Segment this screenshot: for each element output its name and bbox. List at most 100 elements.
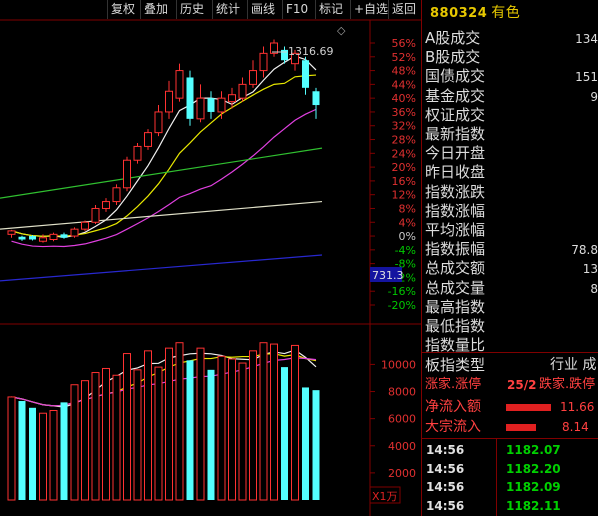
panel-row-value	[518, 106, 598, 126]
volume-bar	[228, 358, 236, 501]
updown-label: 涨家.涨停	[425, 377, 482, 392]
panel-row-value: 134	[575, 32, 598, 46]
candle-body	[196, 97, 205, 120]
candle-body	[238, 83, 247, 99]
candle-body	[259, 52, 268, 72]
moving-average-lines	[0, 55, 323, 282]
candle-body	[49, 233, 58, 241]
panel-row-label: 总成交额	[425, 259, 486, 278]
price-axis-label: -16%	[388, 285, 416, 298]
panel-row-value	[518, 125, 598, 145]
candle-body	[70, 228, 79, 237]
updown-value: 25/2	[507, 378, 537, 392]
candle-body	[102, 201, 110, 209]
volume-unit: X1万	[372, 490, 398, 503]
volume-bar	[312, 390, 320, 500]
panel-row-value	[518, 183, 598, 203]
volume-bar	[270, 343, 278, 501]
panel-row-value	[518, 221, 598, 241]
candle-body	[165, 90, 173, 113]
panel-row-label: B股成交	[425, 48, 481, 67]
volume-bar	[249, 350, 257, 501]
price-axis-label: 8%	[399, 202, 416, 215]
panel-row-label: 指数涨跌	[425, 182, 486, 201]
candle-body	[154, 111, 163, 134]
volume-bar	[207, 369, 215, 500]
panel-row-value	[518, 163, 598, 183]
volume-bar	[123, 353, 131, 501]
volume-axis-label: 4000	[388, 440, 416, 453]
panel-row-label: A股成交	[425, 29, 481, 47]
panel-row-value	[518, 298, 598, 318]
panel-row-label: 国债成交	[425, 67, 486, 86]
price-axis-label: 16%	[392, 175, 416, 188]
panel-row-label: 指数振幅	[425, 240, 486, 259]
cursor-value: 731.3	[372, 269, 404, 282]
net-inflow-value: 11.66	[560, 400, 595, 414]
volume-axis-label: 2000	[388, 467, 416, 480]
volume-bar	[102, 367, 110, 501]
volume-bar	[49, 410, 58, 501]
tick-time: 14:56	[426, 480, 465, 494]
candle-body	[228, 94, 236, 103]
candle-body	[302, 60, 309, 88]
price-axis-label: 32%	[392, 120, 416, 133]
block-trade-label: 大宗流入	[425, 419, 481, 435]
price-axis-label: 4%	[399, 216, 416, 229]
ma120-line	[0, 200, 323, 230]
volume-bar	[29, 407, 36, 500]
price-axis-label: 12%	[392, 189, 416, 202]
tick-time: 14:56	[426, 443, 465, 457]
block-trade-bar	[506, 424, 536, 431]
price-axis-label: 52%	[392, 51, 416, 64]
high-price-label: 1316.69	[288, 45, 334, 58]
panel-row-value: 9	[590, 89, 598, 104]
volume-bar	[7, 396, 16, 501]
panel-row-label: 指数涨幅	[425, 201, 486, 220]
volume-bar	[186, 360, 194, 500]
candle-body	[249, 70, 257, 85]
down-label: 跌家.跌停	[539, 377, 596, 392]
candle-body	[144, 132, 152, 147]
candle-body	[18, 236, 26, 240]
candle-body	[39, 237, 47, 242]
volume-bar	[175, 342, 184, 501]
volume-bar	[217, 355, 226, 501]
price-axis-label: 40%	[392, 92, 416, 105]
candle-body	[281, 49, 288, 61]
candle-body	[91, 207, 100, 223]
price-axis-label: 20%	[392, 161, 416, 174]
candle-body	[175, 70, 184, 99]
candle-body	[60, 234, 68, 238]
panel-row-value	[518, 336, 598, 356]
tick-time: 14:56	[426, 461, 465, 476]
price-axis-label: -20%	[388, 299, 416, 312]
tick-price: 1182.07	[506, 443, 561, 457]
volume-bar	[238, 362, 247, 501]
board-type-value: 行业 成	[550, 357, 597, 373]
price-axis-label: 44%	[392, 78, 416, 91]
volume-bar	[39, 412, 47, 501]
volume-bar	[60, 402, 68, 500]
volume-axis-label: 10000	[381, 358, 416, 371]
info-panel: 880324 有色 A股成交 134 B股成交 国债成交 151 基金成交 9 权证成交 最新指数…	[421, 0, 598, 516]
volume-bar	[291, 344, 299, 501]
volume-axis: 10000 8000 6000 4000 2000	[370, 358, 416, 480]
volume-bar	[144, 350, 152, 501]
tick-price: 1182.09	[506, 480, 561, 494]
volume-bar	[281, 367, 288, 500]
price-axis-label: 36%	[392, 106, 416, 119]
price-axis-label: 24%	[392, 147, 416, 160]
index-code-text: 880324	[430, 6, 488, 21]
candle-body	[207, 98, 215, 112]
candle-body	[312, 91, 320, 106]
panel-row-label: 平均涨幅	[425, 221, 486, 239]
panel-row-value: 8	[590, 281, 598, 296]
price-axis-label: 0%	[399, 230, 416, 243]
candle-body	[7, 230, 16, 235]
panel-row-value: 151	[575, 70, 598, 85]
panel-row-value	[518, 48, 598, 68]
tick-time: 14:56	[426, 498, 465, 513]
index-code: 880324 有色	[430, 2, 520, 22]
tick-price: 1182.11	[506, 498, 561, 513]
